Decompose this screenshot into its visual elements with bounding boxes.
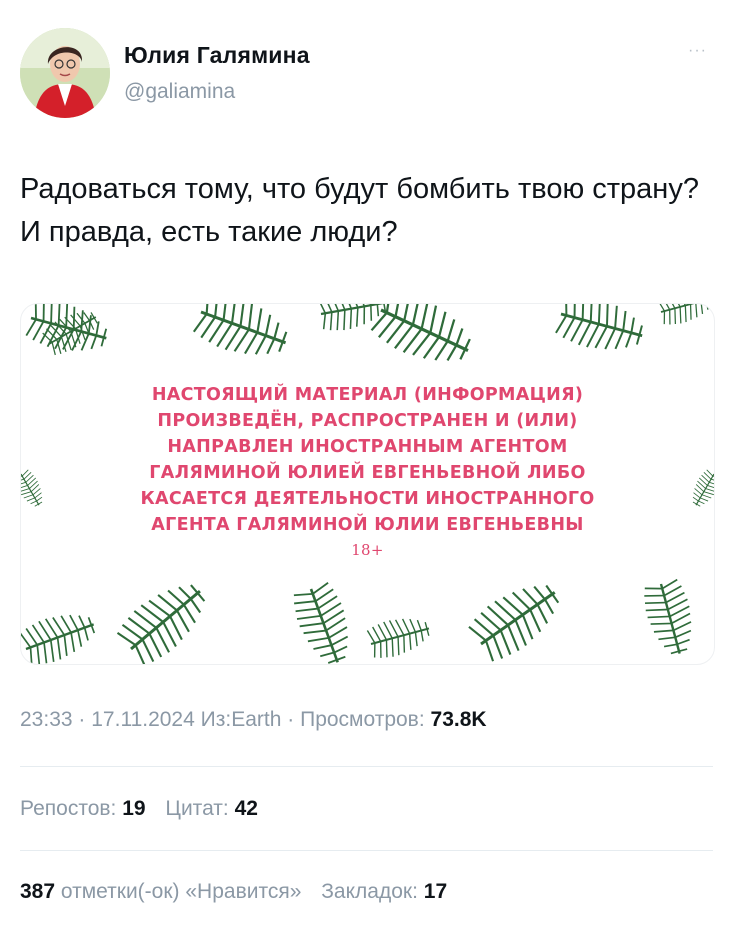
reposts-link[interactable]: Репостов: 19 bbox=[20, 797, 151, 820]
author-handle[interactable]: @galiamina bbox=[124, 80, 235, 104]
likes-link[interactable]: 387 отметки(-ок) «Нравится» bbox=[20, 880, 307, 903]
source-prefix: Из: bbox=[200, 708, 232, 731]
quotes-link[interactable]: Цитат: 42 bbox=[165, 797, 258, 820]
views-count[interactable]: 73.8K bbox=[431, 708, 487, 731]
divider bbox=[20, 850, 713, 851]
engagement-row-2: 387 отметки(-ок) «Нравится» Закладок: 17 bbox=[20, 880, 461, 904]
likes-count: 387 bbox=[20, 880, 56, 903]
engagement-row: Репостов: 19 Цитат: 42 bbox=[20, 797, 272, 821]
avatar[interactable] bbox=[20, 28, 110, 118]
tweet-date[interactable]: 17.11.2024 bbox=[91, 708, 195, 731]
tweet-header: Юлия Галямина @galiamina ··· bbox=[20, 28, 713, 124]
quotes-count: 42 bbox=[234, 797, 258, 820]
more-options-icon[interactable]: ··· bbox=[688, 42, 707, 60]
separator: · bbox=[287, 708, 295, 731]
tweet-meta: 23:33 · 17.11.2024 Из:Earth · Просмотров… bbox=[20, 708, 487, 732]
separator: · bbox=[78, 708, 86, 731]
notice-line: ГАЛЯМИНОЙ ЮЛИЕЙ ЕВГЕНЬЕВНОЙ ЛИБО bbox=[149, 463, 586, 483]
divider bbox=[20, 766, 713, 767]
reposts-label: Репостов: bbox=[20, 797, 117, 820]
author-name[interactable]: Юлия Галямина bbox=[124, 42, 310, 69]
notice-line: НАПРАВЛЕН ИНОСТРАННЫМ АГЕНТОМ bbox=[167, 437, 568, 457]
notice-line: АГЕНТА ГАЛЯМИНОЙ ЮЛИИ ЕВГЕНЬЕВНЫ bbox=[151, 515, 584, 535]
likes-label: отметки(-ок) «Нравится» bbox=[60, 880, 302, 903]
reposts-count: 19 bbox=[122, 797, 146, 820]
bookmarks-label: Закладок: bbox=[321, 880, 418, 903]
views-label: Просмотров: bbox=[300, 708, 425, 731]
tweet-source: Earth bbox=[231, 708, 282, 731]
foreign-agent-notice: НАСТОЯЩИЙ МАТЕРИАЛ (ИНФОРМАЦИЯ) ПРОИЗВЕД… bbox=[21, 382, 714, 562]
tweet-text: Радоваться тому, что будут бомбить твою … bbox=[20, 173, 699, 248]
bookmarks-link[interactable]: Закладок: 17 bbox=[321, 880, 447, 903]
tweet-media-image[interactable]: НАСТОЯЩИЙ МАТЕРИАЛ (ИНФОРМАЦИЯ) ПРОИЗВЕД… bbox=[20, 303, 715, 665]
bookmarks-count: 17 bbox=[423, 880, 448, 903]
notice-line: КАСАЕТСЯ ДЕЯТЕЛЬНОСТИ ИНОСТРАННОГО bbox=[140, 489, 595, 509]
notice-line: ПРОИЗВЕДЁН, РАСПРОСТРАНЕН И (ИЛИ) bbox=[157, 411, 578, 431]
tweet-time[interactable]: 23:33 bbox=[20, 708, 73, 731]
notice-line: НАСТОЯЩИЙ МАТЕРИАЛ (ИНФОРМАЦИЯ) bbox=[151, 385, 584, 405]
quotes-label: Цитат: bbox=[165, 797, 229, 820]
age-rating: 18+ bbox=[351, 541, 384, 559]
